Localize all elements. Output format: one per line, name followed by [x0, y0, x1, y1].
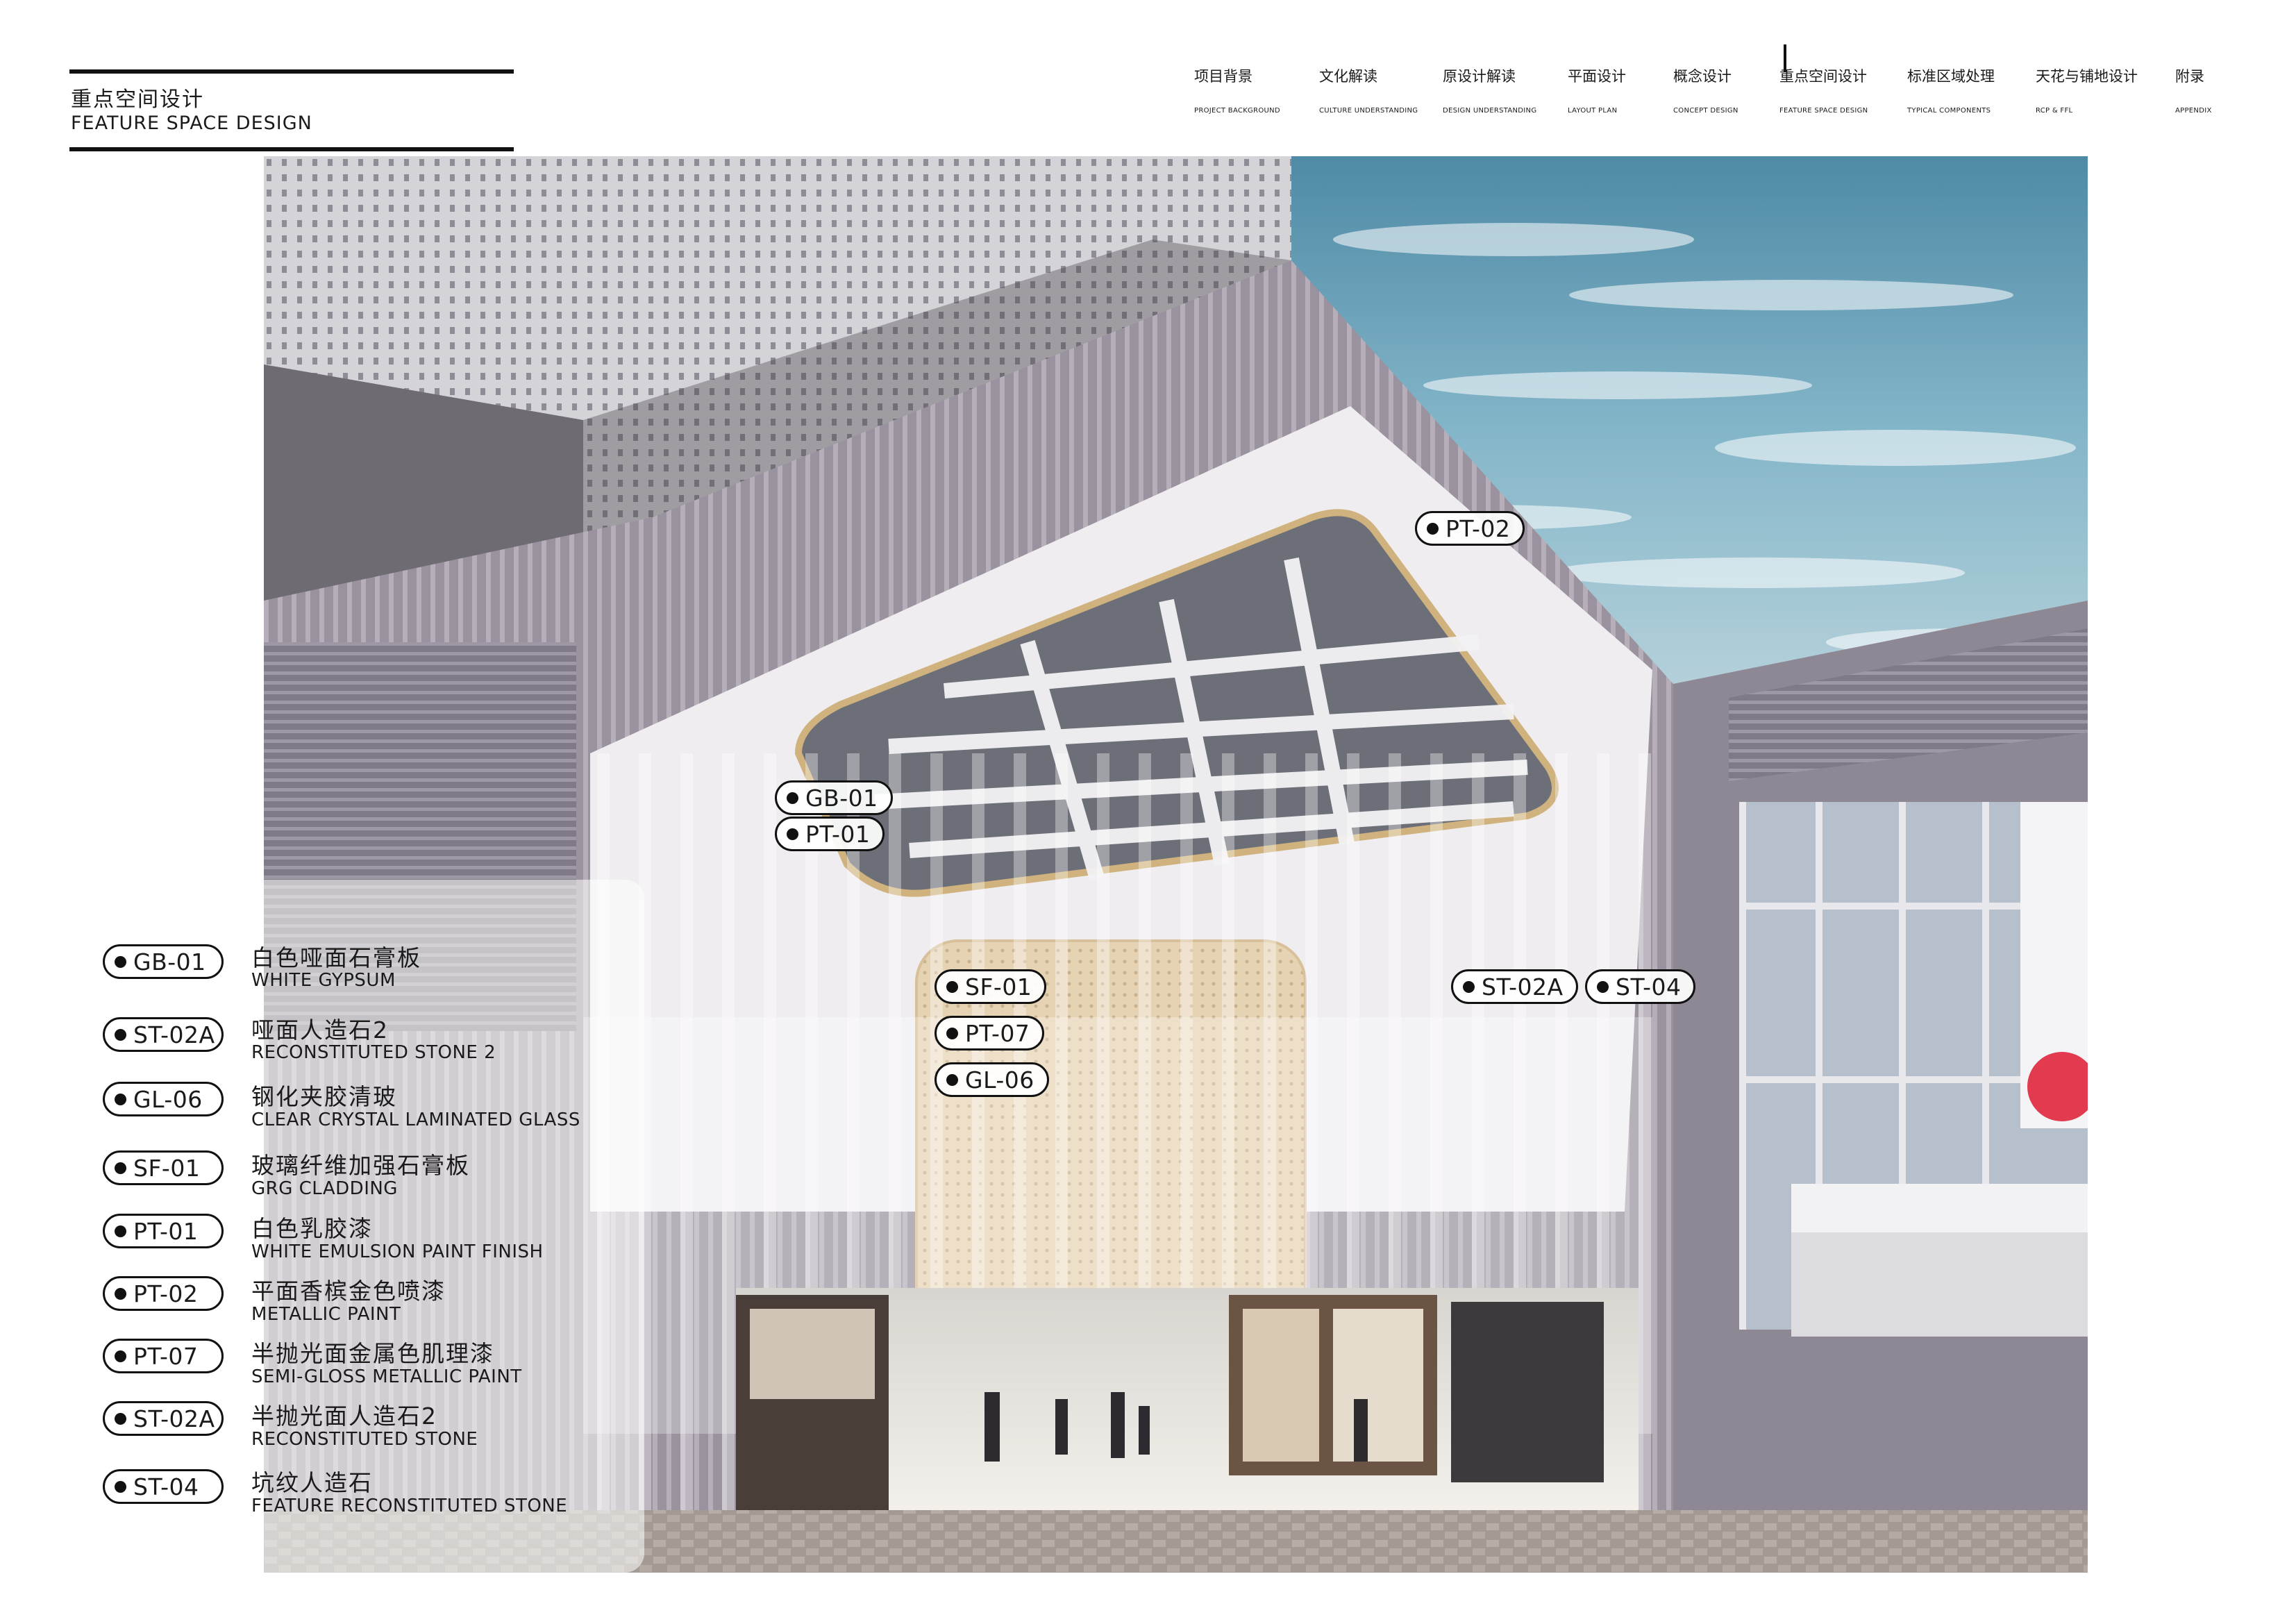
bullet-icon [115, 1412, 126, 1425]
legend-cn-pt-07: 半抛光面金属色肌理漆 [251, 1340, 494, 1367]
nav-item-concept-design[interactable]: 概念设计 CONCEPT DESIGN [1673, 65, 1738, 115]
bullet-icon [946, 1027, 958, 1039]
bullet-icon [115, 1162, 126, 1174]
legend-cn-sf-01: 玻璃纤维加强石膏板 [251, 1152, 470, 1179]
callout-sf-01: SF-01 [935, 969, 1047, 1004]
callout-st-02a: ST-02A [1451, 969, 1578, 1004]
bullet-icon [1463, 980, 1475, 993]
legend-cn-st-04: 坑纹人造石 [251, 1469, 373, 1496]
bullet-icon [115, 1350, 126, 1362]
bullet-icon [787, 792, 798, 804]
bullet-icon [115, 1480, 126, 1493]
legend-tag-st-04: ST-04 [103, 1469, 224, 1504]
bullet-icon [787, 828, 798, 840]
nav-item-project-background[interactable]: 项目背景 PROJECT BACKGROUND [1194, 65, 1280, 115]
header-bottom-rule [69, 147, 514, 151]
bullet-icon [115, 1093, 126, 1105]
legend-en-gb-01: WHITE GYPSUM [251, 970, 396, 991]
bullet-icon [115, 1028, 126, 1041]
legend-tag-pt-01: PT-01 [103, 1214, 224, 1248]
legend-tag-pt-02: PT-02 [103, 1276, 224, 1311]
nav-item-typical-components[interactable]: 标准区域处理 TYPICAL COMPONENTS [1907, 65, 1995, 115]
nav-item-feature-space-design[interactable]: 重点空间设计 FEATURE SPACE DESIGN [1779, 65, 1868, 115]
legend-en-sf-01: GRG CLADDING [251, 1178, 398, 1199]
legend-en-st-02a: RECONSTITUTED STONE 2 [251, 1042, 496, 1063]
bullet-icon [1427, 522, 1439, 535]
nav-item-design-understanding[interactable]: 原设计解读 DESIGN UNDERSTANDING [1443, 65, 1536, 115]
legend-cn-gb-01: 白色哑面石膏板 [251, 944, 421, 971]
nav-item-culture-understanding[interactable]: 文化解读 CULTURE UNDERSTANDING [1319, 65, 1418, 115]
bullet-icon [1597, 980, 1609, 993]
legend-cn-gl-06: 钢化夹胶清玻 [251, 1083, 397, 1110]
callout-pt-02: PT-02 [1415, 511, 1525, 546]
callout-pt-07: PT-07 [935, 1016, 1045, 1050]
bullet-icon [115, 1287, 126, 1300]
legend-cn-st-02a-b: 半抛光面人造石2 [251, 1403, 437, 1430]
legend-tag-gb-01: GB-01 [103, 944, 224, 979]
legend-en-pt-07: SEMI-GLOSS METALLIC PAINT [251, 1366, 522, 1387]
legend-tag-sf-01: SF-01 [103, 1150, 224, 1185]
legend-tag-pt-07: PT-07 [103, 1339, 224, 1373]
page-title-en: FEATURE SPACE DESIGN [71, 112, 312, 134]
callout-st-04: ST-04 [1585, 969, 1696, 1004]
legend-cn-pt-01: 白色乳胶漆 [251, 1215, 373, 1242]
legend-tag-gl-06: GL-06 [103, 1082, 224, 1116]
page-title-cn: 重点空间设计 [71, 87, 204, 112]
legend-en-st-02a-b: RECONSTITUTED STONE [251, 1429, 478, 1450]
legend-tag-st-02a-b: ST-02A [103, 1401, 224, 1436]
header-top-rule [69, 69, 514, 74]
legend-en-pt-02: METALLIC PAINT [251, 1304, 401, 1325]
nav-item-rcp-ffl[interactable]: 天花与铺地设计 RCP & FFL [2036, 65, 2138, 115]
callout-pt-01: PT-01 [775, 817, 885, 851]
legend-tag-st-02a: ST-02A [103, 1017, 224, 1052]
callout-gl-06: GL-06 [935, 1062, 1049, 1097]
section-nav: 项目背景 PROJECT BACKGROUND 文化解读 CULTURE UND… [1194, 65, 2236, 121]
nav-item-layout-plan[interactable]: 平面设计 LAYOUT PLAN [1568, 65, 1626, 115]
legend-cn-pt-02: 平面香槟金色喷漆 [251, 1278, 446, 1305]
legend-en-pt-01: WHITE EMULSION PAINT FINISH [251, 1241, 544, 1262]
bullet-icon [115, 955, 126, 968]
bullet-icon [946, 1073, 958, 1086]
legend-cn-st-02a: 哑面人造石2 [251, 1016, 389, 1044]
callout-gb-01: GB-01 [775, 780, 893, 815]
legend-en-st-04: FEATURE RECONSTITUTED STONE [251, 1496, 568, 1516]
legend-en-gl-06: CLEAR CRYSTAL LAMINATED GLASS [251, 1110, 580, 1130]
bullet-icon [115, 1225, 126, 1237]
nav-item-appendix[interactable]: 附录 APPENDIX [2175, 65, 2212, 115]
bullet-icon [946, 980, 958, 993]
